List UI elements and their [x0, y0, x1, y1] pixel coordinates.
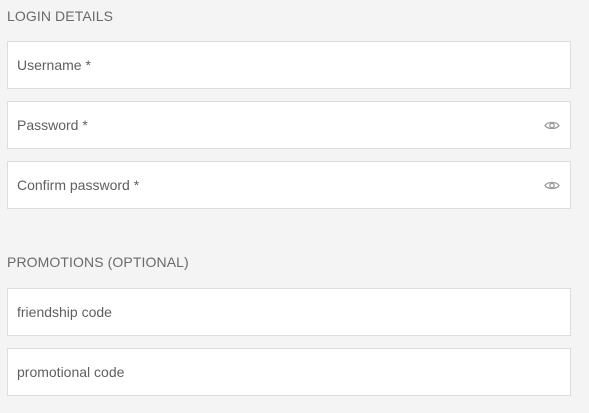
username-field-container: [7, 41, 571, 89]
friendship-code-input[interactable]: [17, 289, 560, 335]
password-input[interactable]: [17, 102, 544, 148]
registration-form: LOGIN DETAILS PROMOTIONS (OPTIONAL): [0, 0, 589, 413]
login-details-heading: LOGIN DETAILS: [7, 8, 114, 24]
eye-icon[interactable]: [544, 179, 560, 191]
confirm-password-field-container: [7, 161, 571, 209]
promotional-code-input[interactable]: [17, 349, 560, 395]
confirm-password-input[interactable]: [17, 162, 544, 208]
username-input[interactable]: [17, 42, 560, 88]
password-field-container: [7, 101, 571, 149]
promotions-heading: PROMOTIONS (OPTIONAL): [7, 254, 189, 270]
promotional-code-field-container: [7, 348, 571, 396]
eye-icon[interactable]: [544, 119, 560, 131]
friendship-code-field-container: [7, 288, 571, 336]
